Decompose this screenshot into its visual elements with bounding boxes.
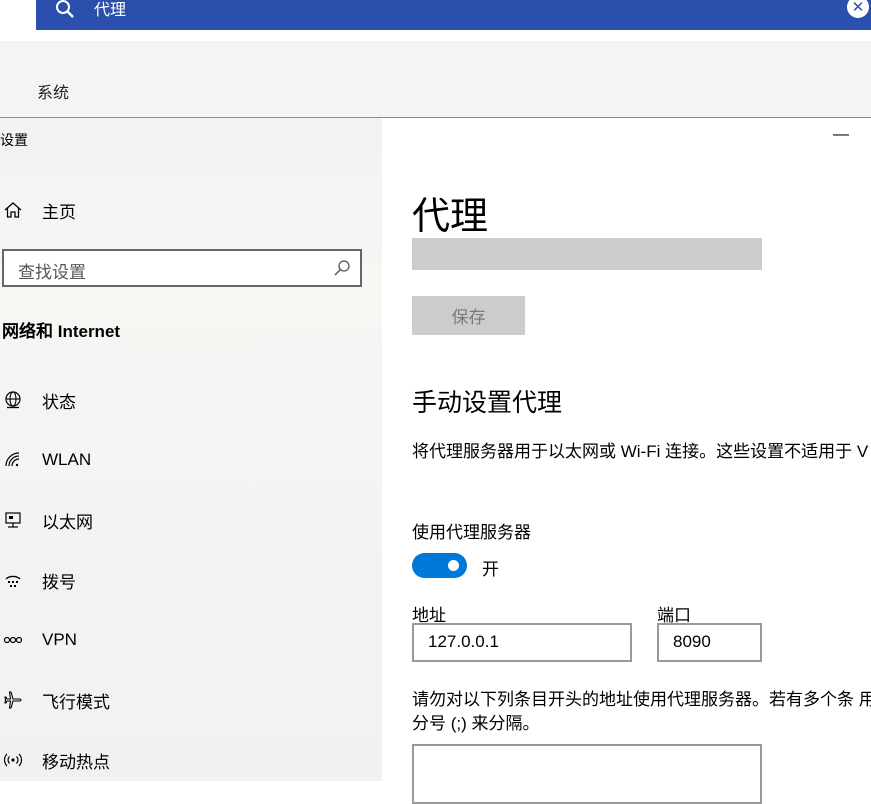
use-proxy-toggle[interactable] xyxy=(412,553,467,578)
section-title: 网络和 Internet xyxy=(2,322,121,341)
background-app-strip: 系统 xyxy=(0,41,871,117)
hotspot-icon xyxy=(2,749,24,771)
sidebar-item-dialup[interactable]: 拨号 xyxy=(0,560,382,600)
airplane-icon xyxy=(2,689,24,711)
system-label[interactable]: 系统 xyxy=(37,79,69,103)
clear-icon[interactable]: ✕ xyxy=(847,0,869,18)
home-icon xyxy=(2,199,24,221)
window-title: 设置 xyxy=(0,132,28,148)
page-title: 代理 xyxy=(412,196,489,238)
sidebar-item-hotspot[interactable]: 移动热点 xyxy=(0,740,382,780)
manual-proxy-title: 手动设置代理 xyxy=(412,389,563,417)
sidebar-item-label: VPN xyxy=(42,630,77,649)
sidebar-item-ethernet[interactable]: 以太网 xyxy=(0,500,382,540)
sidebar-search-input[interactable]: 查找设置 xyxy=(2,249,362,287)
sidebar-item-label: 主页 xyxy=(42,202,76,222)
address-input[interactable]: 127.0.0.1 xyxy=(412,623,632,662)
sidebar-item-label: 状态 xyxy=(42,392,76,412)
port-input[interactable]: 8090 xyxy=(657,623,762,662)
wifi-icon xyxy=(2,449,24,471)
use-proxy-label: 使用代理服务器 xyxy=(412,523,531,542)
dialup-icon xyxy=(2,569,24,591)
main-content: 代理 保存 手动设置代理 将代理服务器用于以太网或 Wi-Fi 连接。这些设置不… xyxy=(382,118,871,804)
search-placeholder: 查找设置 xyxy=(18,263,86,282)
toggle-knob xyxy=(448,560,459,571)
settings-window: 设置 主页 查找设置 网络和 Internet 状态 WLAN 以太网 拨号 V… xyxy=(0,117,871,804)
save-button[interactable]: 保存 xyxy=(412,296,525,335)
sidebar-item-label: WLAN xyxy=(42,450,92,469)
sidebar-item-wlan[interactable]: WLAN xyxy=(0,440,382,480)
top-band: 代理 ✕ xyxy=(0,0,871,41)
sidebar-item-status[interactable]: 状态 xyxy=(0,380,382,420)
sidebar-item-label: 飞行模式 xyxy=(42,692,110,712)
sidebar-item-vpn[interactable]: VPN xyxy=(0,620,382,660)
search-icon xyxy=(54,0,78,19)
settings-search-box[interactable]: 代理 ✕ xyxy=(36,0,871,30)
search-icon xyxy=(333,259,351,277)
vpn-icon xyxy=(2,629,24,651)
sidebar-item-label: 移动热点 xyxy=(42,752,110,772)
sidebar-item-airplane[interactable]: 飞行模式 xyxy=(0,680,382,720)
toggle-state-label: 开 xyxy=(482,560,499,579)
globe-status-icon xyxy=(2,389,24,411)
search-query-text[interactable]: 代理 xyxy=(94,0,126,20)
sidebar-item-home[interactable]: 主页 xyxy=(0,190,382,230)
manual-proxy-description: 将代理服务器用于以太网或 Wi-Fi 连接。这些设置不适用于 V 接。 xyxy=(412,442,871,461)
exceptions-description: 请勿对以下列条目开头的地址使用代理服务器。若有多个条 用英文分号 (;) 来分隔… xyxy=(412,690,871,733)
sidebar: 设置 主页 查找设置 网络和 Internet 状态 WLAN 以太网 拨号 V… xyxy=(0,118,382,781)
ethernet-icon xyxy=(2,509,24,531)
exceptions-input[interactable] xyxy=(412,744,762,804)
auto-proxy-placeholder-bar xyxy=(412,238,762,270)
sidebar-item-label: 拨号 xyxy=(42,572,76,592)
sidebar-item-label: 以太网 xyxy=(42,512,93,532)
